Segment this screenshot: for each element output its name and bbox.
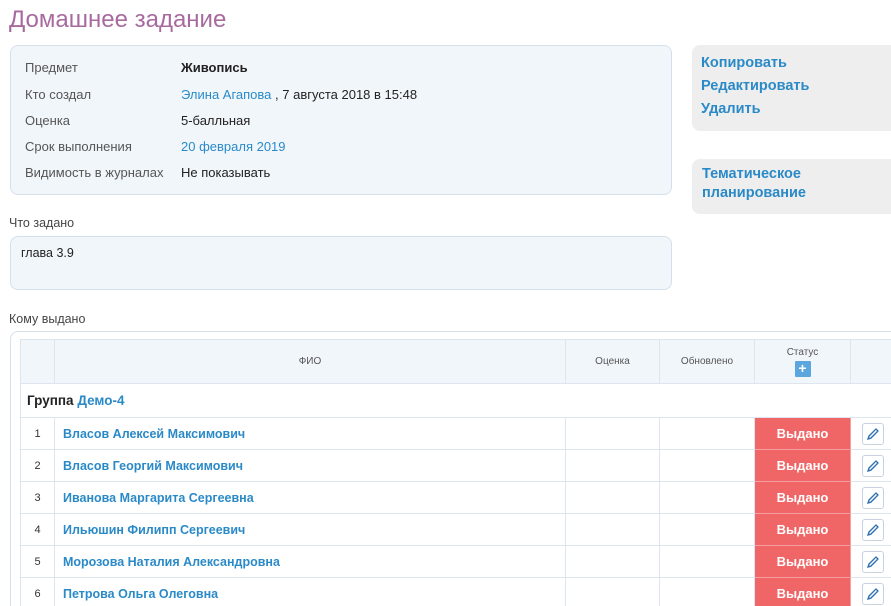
grade-cell	[565, 577, 660, 606]
grade-label: Оценка	[25, 113, 71, 128]
creator-date: , 7 августа 2018 в 15:48	[275, 87, 418, 102]
task-text-panel: глава 3.9	[10, 236, 672, 290]
status-badge: Выдано	[754, 449, 851, 482]
assigned-table-panel: ФИО Оценка Обновлено Статус + Группа Дем…	[10, 331, 891, 606]
student-name-link[interactable]: Морозова Наталия Александровна	[54, 545, 566, 578]
pencil-icon	[866, 523, 879, 536]
status-badge: Выдано	[754, 481, 851, 514]
student-name-link[interactable]: Власов Георгий Максимович	[54, 449, 566, 482]
creator-label: Кто создал	[25, 87, 92, 102]
task-text: глава 3.9	[21, 246, 74, 260]
edit-cell	[850, 577, 891, 606]
header-edit	[850, 339, 891, 384]
pencil-icon	[866, 587, 879, 600]
edit-button[interactable]	[862, 550, 884, 573]
row-num: 1	[20, 417, 55, 450]
row-num: 2	[20, 449, 55, 482]
header-status-label: Статус	[786, 346, 819, 358]
pencil-icon	[866, 491, 879, 504]
subject-value-text: Живопись	[181, 60, 248, 75]
updated-cell	[659, 417, 755, 450]
subject-label: Предмет	[25, 60, 78, 75]
edit-cell	[850, 449, 891, 482]
header-fio[interactable]: ФИО	[54, 339, 566, 384]
visibility-label: Видимость в журналах	[25, 165, 164, 180]
deadline-link[interactable]: 20 февраля 2019	[181, 137, 286, 157]
grade-cell	[565, 545, 660, 578]
group-row: Группа Демо-4	[20, 383, 891, 418]
edit-button[interactable]	[862, 422, 884, 445]
grade-cell	[565, 513, 660, 546]
status-badge: Выдано	[754, 513, 851, 546]
header-status: Статус +	[754, 339, 851, 384]
grade-cell	[565, 417, 660, 450]
student-name-link[interactable]: Ильюшин Филипп Сергеевич	[54, 513, 566, 546]
edit-cell	[850, 545, 891, 578]
row-num: 6	[20, 577, 55, 606]
student-name-link[interactable]: Власов Алексей Максимович	[54, 417, 566, 450]
header-num	[20, 339, 55, 384]
table-row: 6 Петрова Ольга Олеговна Выдано	[20, 577, 891, 606]
status-badge: Выдано	[754, 577, 851, 606]
edit-button[interactable]	[862, 486, 884, 509]
grade-value: 5-балльная	[181, 113, 251, 128]
edit-cell	[850, 513, 891, 546]
creator-link[interactable]: Элина Агапова	[181, 87, 271, 102]
grade-cell	[565, 481, 660, 514]
table-row: 5 Морозова Наталия Александровна Выдано	[20, 545, 891, 578]
updated-cell	[659, 545, 755, 578]
updated-cell	[659, 577, 755, 606]
edit-link[interactable]: Редактировать	[701, 75, 891, 98]
table-row: 2 Власов Георгий Максимович Выдано	[20, 449, 891, 482]
assigned-label: Кому выдано	[9, 312, 86, 326]
row-num: 3	[20, 481, 55, 514]
creator-value: Элина Агапова , 7 августа 2018 в 15:48	[181, 85, 417, 105]
visibility-value: Не показывать	[181, 165, 271, 180]
edit-cell	[850, 417, 891, 450]
status-badge: Выдано	[754, 545, 851, 578]
homework-page: Домашнее задание Предмет Живопись Кто со…	[0, 0, 891, 606]
updated-cell	[659, 449, 755, 482]
thematic-planning-link[interactable]: Тематическое планирование	[692, 159, 891, 214]
group-prefix: Группа	[27, 393, 74, 408]
task-label: Что задано	[9, 216, 75, 230]
delete-link[interactable]: Удалить	[701, 98, 891, 121]
edit-button[interactable]	[862, 454, 884, 477]
grade-cell	[565, 449, 660, 482]
updated-cell	[659, 513, 755, 546]
row-num: 4	[20, 513, 55, 546]
table-row: 4 Ильюшин Филипп Сергеевич Выдано	[20, 513, 891, 546]
page-title: Домашнее задание	[9, 6, 227, 33]
student-name-link[interactable]: Петрова Ольга Олеговна	[54, 577, 566, 606]
edit-button[interactable]	[862, 518, 884, 541]
homework-info-panel: Предмет Живопись Кто создал Элина Агапов…	[10, 45, 672, 195]
group-cell: Группа Демо-4	[20, 383, 891, 418]
assigned-table: ФИО Оценка Обновлено Статус + Группа Дем…	[20, 339, 891, 606]
plus-icon[interactable]: +	[794, 360, 811, 377]
status-badge: Выдано	[754, 417, 851, 450]
group-name-link[interactable]: Демо-4	[77, 393, 124, 408]
edit-cell	[850, 481, 891, 514]
table-row: 3 Иванова Маргарита Сергеевна Выдано	[20, 481, 891, 514]
updated-cell	[659, 481, 755, 514]
pencil-icon	[866, 555, 879, 568]
table-row: 1 Власов Алексей Максимович Выдано	[20, 417, 891, 450]
student-name-link[interactable]: Иванова Маргарита Сергеевна	[54, 481, 566, 514]
pencil-icon	[866, 459, 879, 472]
subject-value: Живопись	[181, 58, 248, 78]
edit-button[interactable]	[862, 582, 884, 605]
table-header-row: ФИО Оценка Обновлено Статус +	[20, 339, 891, 384]
deadline-label: Срок выполнения	[25, 139, 132, 154]
header-updated[interactable]: Обновлено	[659, 339, 755, 384]
actions-panel: Копировать Редактировать Удалить	[692, 45, 891, 131]
pencil-icon	[866, 427, 879, 440]
header-grade[interactable]: Оценка	[565, 339, 660, 384]
row-num: 5	[20, 545, 55, 578]
copy-link[interactable]: Копировать	[701, 52, 891, 75]
